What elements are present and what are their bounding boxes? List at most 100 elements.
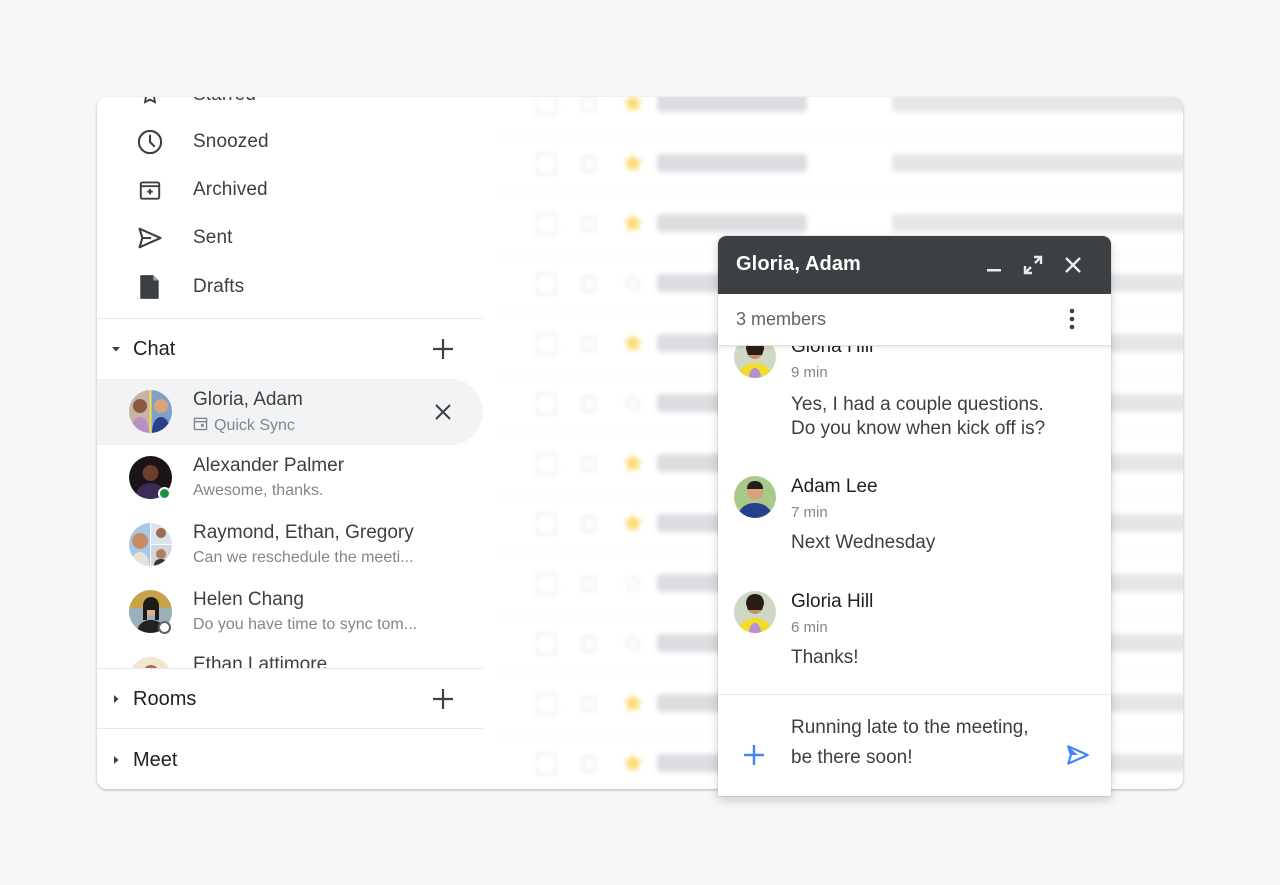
- row-checkbox[interactable]: [535, 393, 557, 415]
- row-checkbox[interactable]: [535, 153, 557, 175]
- important-marker-icon[interactable]: [582, 97, 596, 112]
- message-text: Next Wednesday: [791, 532, 936, 553]
- important-marker-icon[interactable]: [582, 696, 596, 712]
- group-avatar: [129, 390, 172, 433]
- star-icon[interactable]: [622, 212, 644, 234]
- important-marker-icon[interactable]: [582, 516, 596, 532]
- row-checkbox[interactable]: [535, 753, 557, 775]
- star-icon[interactable]: [622, 392, 644, 414]
- message-text: Do you know when kick off is?: [791, 418, 1046, 439]
- star-icon[interactable]: [622, 752, 644, 774]
- avatar: [734, 346, 776, 378]
- message-input[interactable]: Running late to the meeting, be there so…: [791, 713, 1041, 773]
- chat-item-name: Helen Chang: [193, 589, 304, 610]
- important-marker-icon[interactable]: [582, 276, 596, 292]
- members-bar[interactable]: 3 members: [718, 294, 1111, 346]
- chat-item-name: Alexander Palmer: [193, 455, 345, 476]
- star-icon[interactable]: [622, 332, 644, 354]
- chat-item-gloria-adam[interactable]: Gloria, Adam Quick Sync: [97, 379, 483, 445]
- row-checkbox[interactable]: [535, 513, 557, 535]
- row-checkbox[interactable]: [535, 333, 557, 355]
- row-subject-placeholder: [892, 214, 1183, 232]
- important-marker-icon[interactable]: [582, 336, 596, 352]
- send-button[interactable]: [1063, 740, 1093, 770]
- chat-window-header[interactable]: Gloria, Adam: [718, 236, 1111, 294]
- new-room-button[interactable]: [427, 683, 459, 715]
- chat-section-title: Chat: [133, 337, 176, 360]
- chat-window-title: Gloria, Adam: [736, 253, 861, 275]
- avatar: [129, 657, 172, 668]
- star-icon[interactable]: [622, 692, 644, 714]
- row-sender-placeholder: [657, 214, 807, 232]
- row-checkbox[interactable]: [535, 213, 557, 235]
- chat-item-ethan-lattimore[interactable]: Ethan Lattimore: [97, 646, 483, 668]
- online-status-dot: [158, 487, 171, 500]
- nav-item-drafts[interactable]: Drafts: [97, 267, 483, 307]
- meet-section-header[interactable]: Meet: [97, 735, 483, 785]
- star-icon[interactable]: [622, 152, 644, 174]
- important-marker-icon[interactable]: [582, 216, 596, 232]
- important-marker-icon[interactable]: [582, 456, 596, 472]
- close-chat-button[interactable]: [429, 398, 457, 426]
- nav-label: Sent: [193, 227, 233, 248]
- chat-section-header[interactable]: Chat: [97, 324, 483, 374]
- star-icon[interactable]: [622, 97, 644, 114]
- star-icon[interactable]: [622, 572, 644, 594]
- chat-item-subtitle: Do you have time to sync tom...: [193, 616, 418, 633]
- new-chat-button[interactable]: [427, 333, 459, 365]
- chat-item-alexander-palmer[interactable]: Alexander Palmer Awesome, thanks.: [97, 445, 483, 511]
- close-chat-window-button[interactable]: [1059, 251, 1087, 279]
- members-count: 3 members: [736, 309, 827, 329]
- chat-item-helen-chang[interactable]: Helen Chang Do you have time to sync tom…: [97, 579, 483, 645]
- star-icon[interactable]: [622, 512, 644, 534]
- nav-item-snoozed[interactable]: Snoozed: [97, 122, 483, 162]
- email-row[interactable]: [497, 135, 1183, 195]
- message-text: Yes, I had a couple questions.: [791, 394, 1044, 415]
- important-marker-icon[interactable]: [582, 576, 596, 592]
- row-subject-placeholder: [892, 97, 1183, 112]
- row-checkbox[interactable]: [535, 573, 557, 595]
- nav-item-archived[interactable]: Archived: [97, 170, 483, 210]
- message-composer: Running late to the meeting, be there so…: [718, 694, 1111, 796]
- minimize-button[interactable]: [980, 251, 1008, 279]
- important-marker-icon[interactable]: [582, 756, 596, 772]
- nav-item-starred[interactable]: Starred: [97, 97, 483, 115]
- row-checkbox[interactable]: [535, 633, 557, 655]
- star-outline-icon: [135, 97, 165, 110]
- email-row[interactable]: [497, 97, 1183, 135]
- caret-down-icon: [109, 342, 123, 356]
- message-sender: Adam Lee: [791, 476, 878, 497]
- message-time: 9 min: [791, 364, 828, 381]
- caret-right-icon: [109, 753, 123, 767]
- star-icon[interactable]: [622, 452, 644, 474]
- clock-icon: [135, 127, 165, 157]
- row-checkbox[interactable]: [535, 693, 557, 715]
- star-icon[interactable]: [622, 272, 644, 294]
- message-text: Thanks!: [791, 647, 859, 668]
- row-checkbox[interactable]: [535, 273, 557, 295]
- more-options-icon[interactable]: [1058, 305, 1086, 333]
- pop-out-button[interactable]: [1019, 251, 1047, 279]
- message-time: 7 min: [791, 504, 828, 521]
- archive-icon: [135, 175, 165, 205]
- away-status-dot: [158, 621, 171, 634]
- chat-item-subtitle: Awesome, thanks.: [193, 482, 324, 499]
- row-checkbox[interactable]: [535, 453, 557, 475]
- nav-item-sent[interactable]: Sent: [97, 218, 483, 258]
- nav-label: Starred: [193, 97, 256, 106]
- group-avatar: [129, 523, 172, 566]
- message-sender: Gloria Hill: [791, 591, 874, 612]
- chat-window: Gloria, Adam 3 members Gloria Hill 9 min…: [718, 236, 1111, 796]
- star-icon[interactable]: [622, 632, 644, 654]
- row-checkbox[interactable]: [535, 97, 557, 115]
- row-sender-placeholder: [657, 97, 807, 112]
- row-sender-placeholder: [657, 154, 807, 172]
- rooms-section-header[interactable]: Rooms: [97, 674, 483, 724]
- divider: [97, 728, 483, 729]
- chat-item-raymond-ethan-gregory[interactable]: Raymond, Ethan, Gregory Can we reschedul…: [97, 512, 483, 578]
- add-attachment-button[interactable]: [740, 741, 768, 769]
- avatar: [734, 591, 776, 633]
- important-marker-icon[interactable]: [582, 396, 596, 412]
- important-marker-icon[interactable]: [582, 156, 596, 172]
- important-marker-icon[interactable]: [582, 636, 596, 652]
